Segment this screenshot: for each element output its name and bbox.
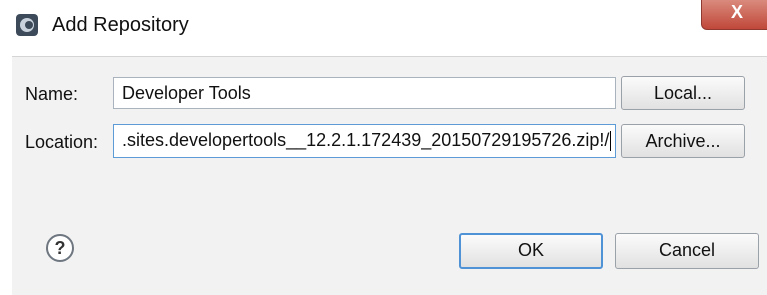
- local-button[interactable]: Local...: [621, 76, 745, 110]
- name-label: Name:: [25, 84, 79, 104]
- location-field[interactable]: .sites.developertools__12.2.1.172439_201…: [113, 124, 616, 158]
- dialog-title: Add Repository: [52, 14, 189, 36]
- title-bar: Add Repository X: [6, 0, 767, 48]
- name-field[interactable]: Developer Tools: [113, 77, 616, 109]
- dialog-content: Name: Developer Tools Local... Location:…: [12, 56, 767, 295]
- location-value: .sites.developertools__12.2.1.172439_201…: [122, 130, 610, 150]
- text-caret: [610, 131, 612, 152]
- app-icon: [16, 14, 38, 36]
- help-icon[interactable]: ?: [46, 234, 74, 262]
- add-repository-dialog: Add Repository X Name: Developer Tools L…: [6, 0, 767, 295]
- cancel-button[interactable]: Cancel: [615, 233, 759, 269]
- ok-button[interactable]: OK: [459, 233, 603, 269]
- close-button[interactable]: X: [701, 0, 767, 30]
- archive-button[interactable]: Archive...: [621, 124, 745, 158]
- close-icon: X: [730, 2, 743, 22]
- location-label: Location:: [25, 132, 99, 152]
